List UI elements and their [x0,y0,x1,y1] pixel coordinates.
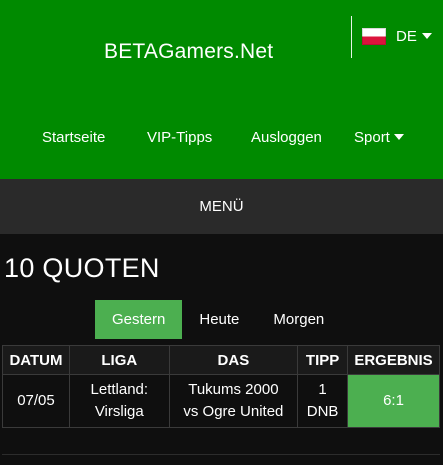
language-label: DE [396,27,417,45]
column-header-ergebnis: ERGEBNIS [347,345,440,375]
quotes-table: DATUM LIGA DAS TIPP ERGEBNIS 07/05 Lettl… [2,345,440,428]
table-row: 07/05 Lettland: Virsliga Tukums 2000 vs … [2,374,440,428]
day-tabs: Gestern Heute Morgen [95,300,341,339]
tip-type: DNB [306,403,339,420]
column-header-tipp: TIPP [297,345,349,375]
menu-toggle-button[interactable]: MENÜ [0,179,443,234]
cell-tip: 1 DNB [297,374,349,428]
match-home-team: Tukums 2000 [188,381,279,398]
site-title[interactable]: BETAGamers.Net [104,40,273,64]
main-nav: Startseite VIP-Tipps Ausloggen Sport [0,129,443,149]
cell-league: Lettland: Virsliga [68,374,170,428]
nav-item-ausloggen[interactable]: Ausloggen [251,129,322,146]
menu-label: MENÜ [199,198,244,215]
nav-item-sport[interactable]: Sport [354,129,404,146]
chevron-down-icon [421,33,432,39]
tab-morgen[interactable]: Morgen [256,300,341,339]
match-away-team: vs Ogre United [183,403,284,420]
page-title: 10 QUOTEN [4,253,160,283]
league-country: Lettland: [90,381,149,398]
tip-value: 1 [318,381,327,398]
tab-gestern[interactable]: Gestern [95,300,183,339]
cell-date: 07/05 [2,374,70,428]
language-divider [351,16,352,58]
language-selector[interactable]: DE [362,26,432,46]
divider [2,454,440,455]
column-header-liga: LIGA [68,345,170,375]
column-header-das: DAS [168,345,299,375]
cell-result: 6:1 [347,374,440,428]
table-header-row: DATUM LIGA DAS TIPP ERGEBNIS [2,345,440,375]
column-header-datum: DATUM [2,345,70,375]
nav-item-startseite[interactable]: Startseite [42,129,105,146]
league-name: Virsliga [94,403,144,420]
chevron-down-icon [393,134,404,140]
german-flag-icon [362,27,386,45]
site-header: BETAGamers.Net DE Startseite VIP-Tipps A… [0,0,443,179]
nav-item-vip-tipps[interactable]: VIP-Tipps [147,129,212,146]
tab-heute[interactable]: Heute [182,300,256,339]
cell-match: Tukums 2000 vs Ogre United [168,374,299,428]
nav-item-sport-label: Sport [354,129,390,146]
